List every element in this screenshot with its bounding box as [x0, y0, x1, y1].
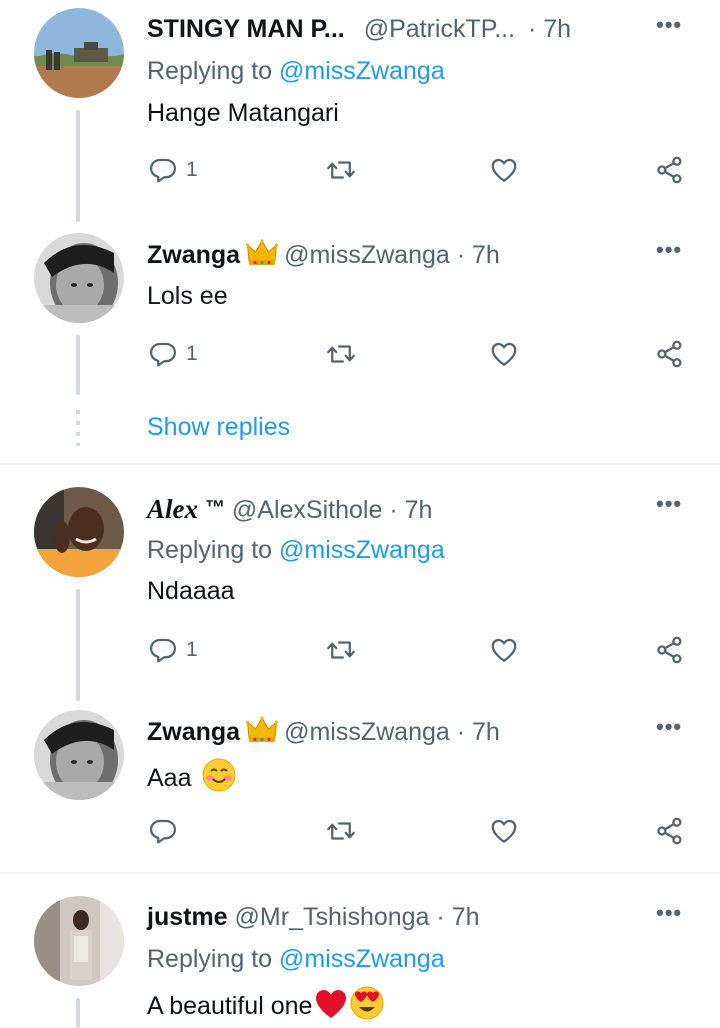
tweet[interactable]: Zwanga @missZwanga · 7h ••• Aaa	[0, 702, 720, 872]
share-icon	[655, 635, 685, 665]
retweet-icon	[326, 816, 356, 846]
mention-link[interactable]: @missZwanga	[279, 536, 445, 564]
tweet-actions: 1	[0, 635, 720, 675]
avatar[interactable]	[34, 710, 124, 800]
reply-count: 1	[186, 158, 198, 181]
heart-eyes-emoji	[350, 986, 384, 1020]
tweet-header: Zwanga @missZwanga · 7h	[147, 716, 500, 747]
share-button[interactable]	[655, 339, 685, 369]
replying-to: Replying to @missZwanga	[147, 944, 445, 974]
display-name[interactable]: Alex	[147, 494, 198, 524]
timestamp[interactable]: · 7h	[528, 15, 571, 43]
user-handle[interactable]: @PatrickTP...	[364, 15, 515, 43]
retweet-button[interactable]	[326, 155, 356, 185]
tweet-text: Hange Matangari	[147, 99, 339, 127]
tweet-actions: 1	[0, 339, 720, 379]
red-heart-emoji	[316, 990, 347, 1018]
share-button[interactable]	[655, 155, 685, 185]
tweet[interactable]: STINGY MAN P... @PatrickTP... · 7h ••• R…	[0, 0, 720, 225]
retweet-icon	[326, 155, 356, 185]
display-name[interactable]: STINGY MAN P...	[147, 15, 345, 43]
thread-line	[76, 998, 80, 1028]
more-options-icon[interactable]: •••	[656, 491, 682, 517]
like-button[interactable]	[489, 339, 519, 369]
user-handle[interactable]: @AlexSithole	[232, 496, 382, 524]
heart-icon	[489, 635, 519, 665]
tweet-actions: 1	[0, 155, 720, 195]
reply-count: 1	[186, 638, 198, 661]
thread-collapsed-dots	[76, 410, 80, 446]
tweet-text: Lols ee	[147, 282, 228, 310]
more-options-icon[interactable]: •••	[656, 900, 682, 926]
user-handle[interactable]: @missZwanga	[284, 241, 450, 269]
avatar[interactable]	[34, 487, 124, 577]
heart-icon	[489, 816, 519, 846]
replying-to: Replying to @missZwanga	[147, 535, 445, 565]
share-button[interactable]	[655, 816, 685, 846]
timestamp[interactable]: · 7h	[389, 496, 432, 524]
reply-button[interactable]: 1	[148, 635, 198, 665]
timestamp[interactable]: · 7h	[457, 241, 500, 269]
reply-button[interactable]	[148, 816, 186, 846]
retweet-button[interactable]	[326, 816, 356, 846]
more-options-icon[interactable]: •••	[656, 237, 682, 263]
tweet-actions	[0, 816, 720, 856]
tweet-header: Alex ™ @AlexSithole · 7h	[147, 493, 432, 525]
tweet-text: A beautiful one	[147, 986, 384, 1021]
tweet[interactable]: Alex ™ @AlexSithole · 7h ••• Replying to…	[0, 465, 720, 702]
reply-button[interactable]: 1	[148, 155, 198, 185]
reply-count: 1	[186, 342, 198, 365]
replying-to-label: Replying to	[147, 57, 273, 85]
like-button[interactable]	[489, 816, 519, 846]
reply-icon	[148, 816, 178, 846]
display-name[interactable]: justme	[147, 903, 228, 931]
display-name[interactable]: Zwanga	[147, 718, 240, 746]
tweet-text-content: A beautiful one	[147, 992, 313, 1020]
like-button[interactable]	[489, 635, 519, 665]
crown-icon	[246, 239, 278, 267]
share-icon	[655, 155, 685, 185]
trademark-symbol: ™	[204, 497, 225, 519]
reply-button[interactable]: 1	[148, 339, 198, 369]
tweet-header: justme @Mr_Tshishonga · 7h	[147, 902, 480, 932]
heart-icon	[489, 339, 519, 369]
tweet[interactable]: justme @Mr_Tshishonga · 7h ••• Replying …	[0, 874, 720, 1028]
reply-icon	[148, 635, 178, 665]
user-handle[interactable]: @missZwanga	[284, 718, 450, 746]
replying-to: Replying to @missZwanga	[147, 56, 445, 86]
tweet-header: Zwanga @missZwanga · 7h	[147, 239, 500, 270]
display-name[interactable]: Zwanga	[147, 241, 240, 269]
user-handle[interactable]: @Mr_Tshishonga	[235, 903, 430, 931]
avatar[interactable]	[34, 896, 124, 986]
share-icon	[655, 816, 685, 846]
tweet-text: Aaa	[147, 758, 236, 793]
tweet-text-content: Aaa	[147, 764, 192, 792]
mention-link[interactable]: @missZwanga	[279, 945, 445, 973]
more-options-icon[interactable]: •••	[656, 12, 682, 38]
retweet-icon	[326, 339, 356, 369]
smiling-face-emoji	[202, 758, 236, 792]
tweet[interactable]: Zwanga @missZwanga · 7h ••• Lols ee 1 Sho…	[0, 225, 720, 463]
retweet-button[interactable]	[326, 635, 356, 665]
replying-to-label: Replying to	[147, 536, 273, 564]
avatar[interactable]	[34, 8, 124, 98]
mention-link[interactable]: @missZwanga	[279, 57, 445, 85]
timestamp[interactable]: · 7h	[457, 718, 500, 746]
retweet-icon	[326, 635, 356, 665]
crown-icon	[246, 716, 278, 744]
retweet-button[interactable]	[326, 339, 356, 369]
reply-icon	[148, 155, 178, 185]
tweet-header: STINGY MAN P... @PatrickTP... · 7h	[147, 14, 571, 44]
more-options-icon[interactable]: •••	[656, 714, 682, 740]
replying-to-label: Replying to	[147, 945, 273, 973]
share-icon	[655, 339, 685, 369]
heart-icon	[489, 155, 519, 185]
timestamp[interactable]: · 7h	[436, 903, 479, 931]
reply-icon	[148, 339, 178, 369]
show-replies-link[interactable]: Show replies	[147, 413, 290, 442]
avatar[interactable]	[34, 233, 124, 323]
tweet-text: Ndaaaa	[147, 577, 235, 605]
like-button[interactable]	[489, 155, 519, 185]
share-button[interactable]	[655, 635, 685, 665]
